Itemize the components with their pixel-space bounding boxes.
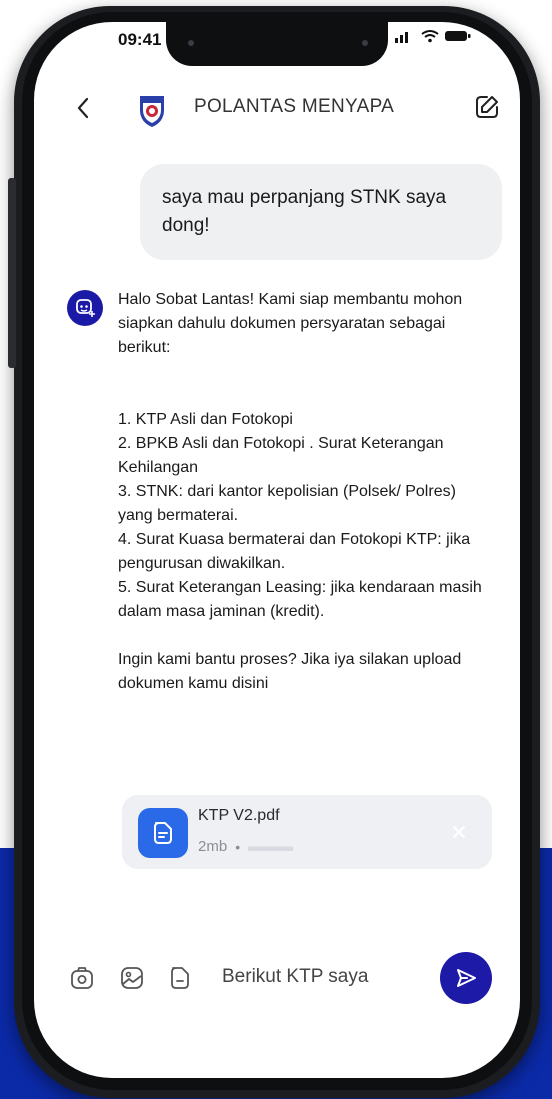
requirement-item: 3. STNK: dari kantor kepolisian (Polsek/… bbox=[118, 483, 456, 524]
page-title: POLANTAS MENYAPA bbox=[194, 96, 395, 117]
battery-icon bbox=[445, 31, 471, 41]
send-button[interactable] bbox=[440, 952, 492, 1004]
requirement-item: 5. Surat Keterangan Leasing: jika kendar… bbox=[118, 579, 482, 620]
chatbot-icon bbox=[76, 299, 95, 317]
wifi-icon bbox=[421, 30, 439, 43]
notch-sensor bbox=[188, 40, 194, 46]
image-icon bbox=[121, 967, 143, 989]
file-icon bbox=[171, 967, 189, 989]
gallery-button[interactable] bbox=[118, 964, 146, 992]
mockup-stage: 09:41 POLANTAS MENYAPA saya mau perpanja… bbox=[0, 0, 552, 1099]
status-time: 09:41 bbox=[118, 30, 162, 49]
edit-icon bbox=[476, 96, 498, 118]
attachment-card[interactable]: KTP V2.pdf 2mb • ▬▬▬ bbox=[122, 795, 492, 869]
document-icon bbox=[154, 822, 172, 844]
file-meta: 2mb • ▬▬▬ bbox=[198, 838, 293, 855]
phone-screen: 09:41 POLANTAS MENYAPA saya mau perpanja… bbox=[34, 22, 520, 1078]
bot-message: Halo Sobat Lantas! Kami siap membantu mo… bbox=[118, 288, 488, 696]
message-composer bbox=[34, 952, 520, 1004]
camera-icon bbox=[71, 967, 93, 989]
message-input[interactable] bbox=[222, 962, 422, 992]
upload-progress-placeholder: ▬▬▬ bbox=[248, 838, 294, 855]
remove-attachment-button[interactable] bbox=[448, 821, 470, 843]
requirement-item: 2. BPKB Asli dan Fotokopi . Surat Ketera… bbox=[118, 435, 444, 476]
phone-side-button bbox=[8, 178, 16, 368]
chat-header: POLANTAS MENYAPA bbox=[34, 88, 520, 128]
edit-button[interactable] bbox=[470, 90, 504, 124]
bot-avatar bbox=[67, 290, 103, 326]
bot-message-intro: Halo Sobat Lantas! Kami siap membantu mo… bbox=[118, 291, 463, 356]
bot-message-closing: Ingin kami bantu proses? Jika iya silaka… bbox=[118, 651, 462, 692]
chevron-left-icon bbox=[77, 97, 89, 119]
notch-camera bbox=[362, 40, 368, 46]
back-button[interactable] bbox=[66, 90, 100, 126]
signal-icon bbox=[395, 32, 408, 43]
file-icon bbox=[138, 808, 188, 858]
notch bbox=[166, 22, 388, 66]
file-name: KTP V2.pdf bbox=[198, 807, 280, 824]
camera-button[interactable] bbox=[68, 964, 96, 992]
requirement-item: 4. Surat Kuasa bermaterai dan Fotokopi K… bbox=[118, 531, 471, 572]
meta-separator: • bbox=[235, 838, 241, 855]
user-message-bubble: saya mau perpanjang STNK saya dong! bbox=[140, 164, 502, 260]
close-icon bbox=[453, 826, 465, 838]
send-icon bbox=[457, 969, 476, 987]
status-icons bbox=[394, 29, 472, 43]
requirement-item: 1. KTP Asli dan Fotokopi bbox=[118, 411, 293, 428]
file-size: 2mb bbox=[198, 838, 228, 855]
file-attach-button[interactable] bbox=[166, 964, 194, 992]
polantas-logo bbox=[140, 96, 164, 127]
